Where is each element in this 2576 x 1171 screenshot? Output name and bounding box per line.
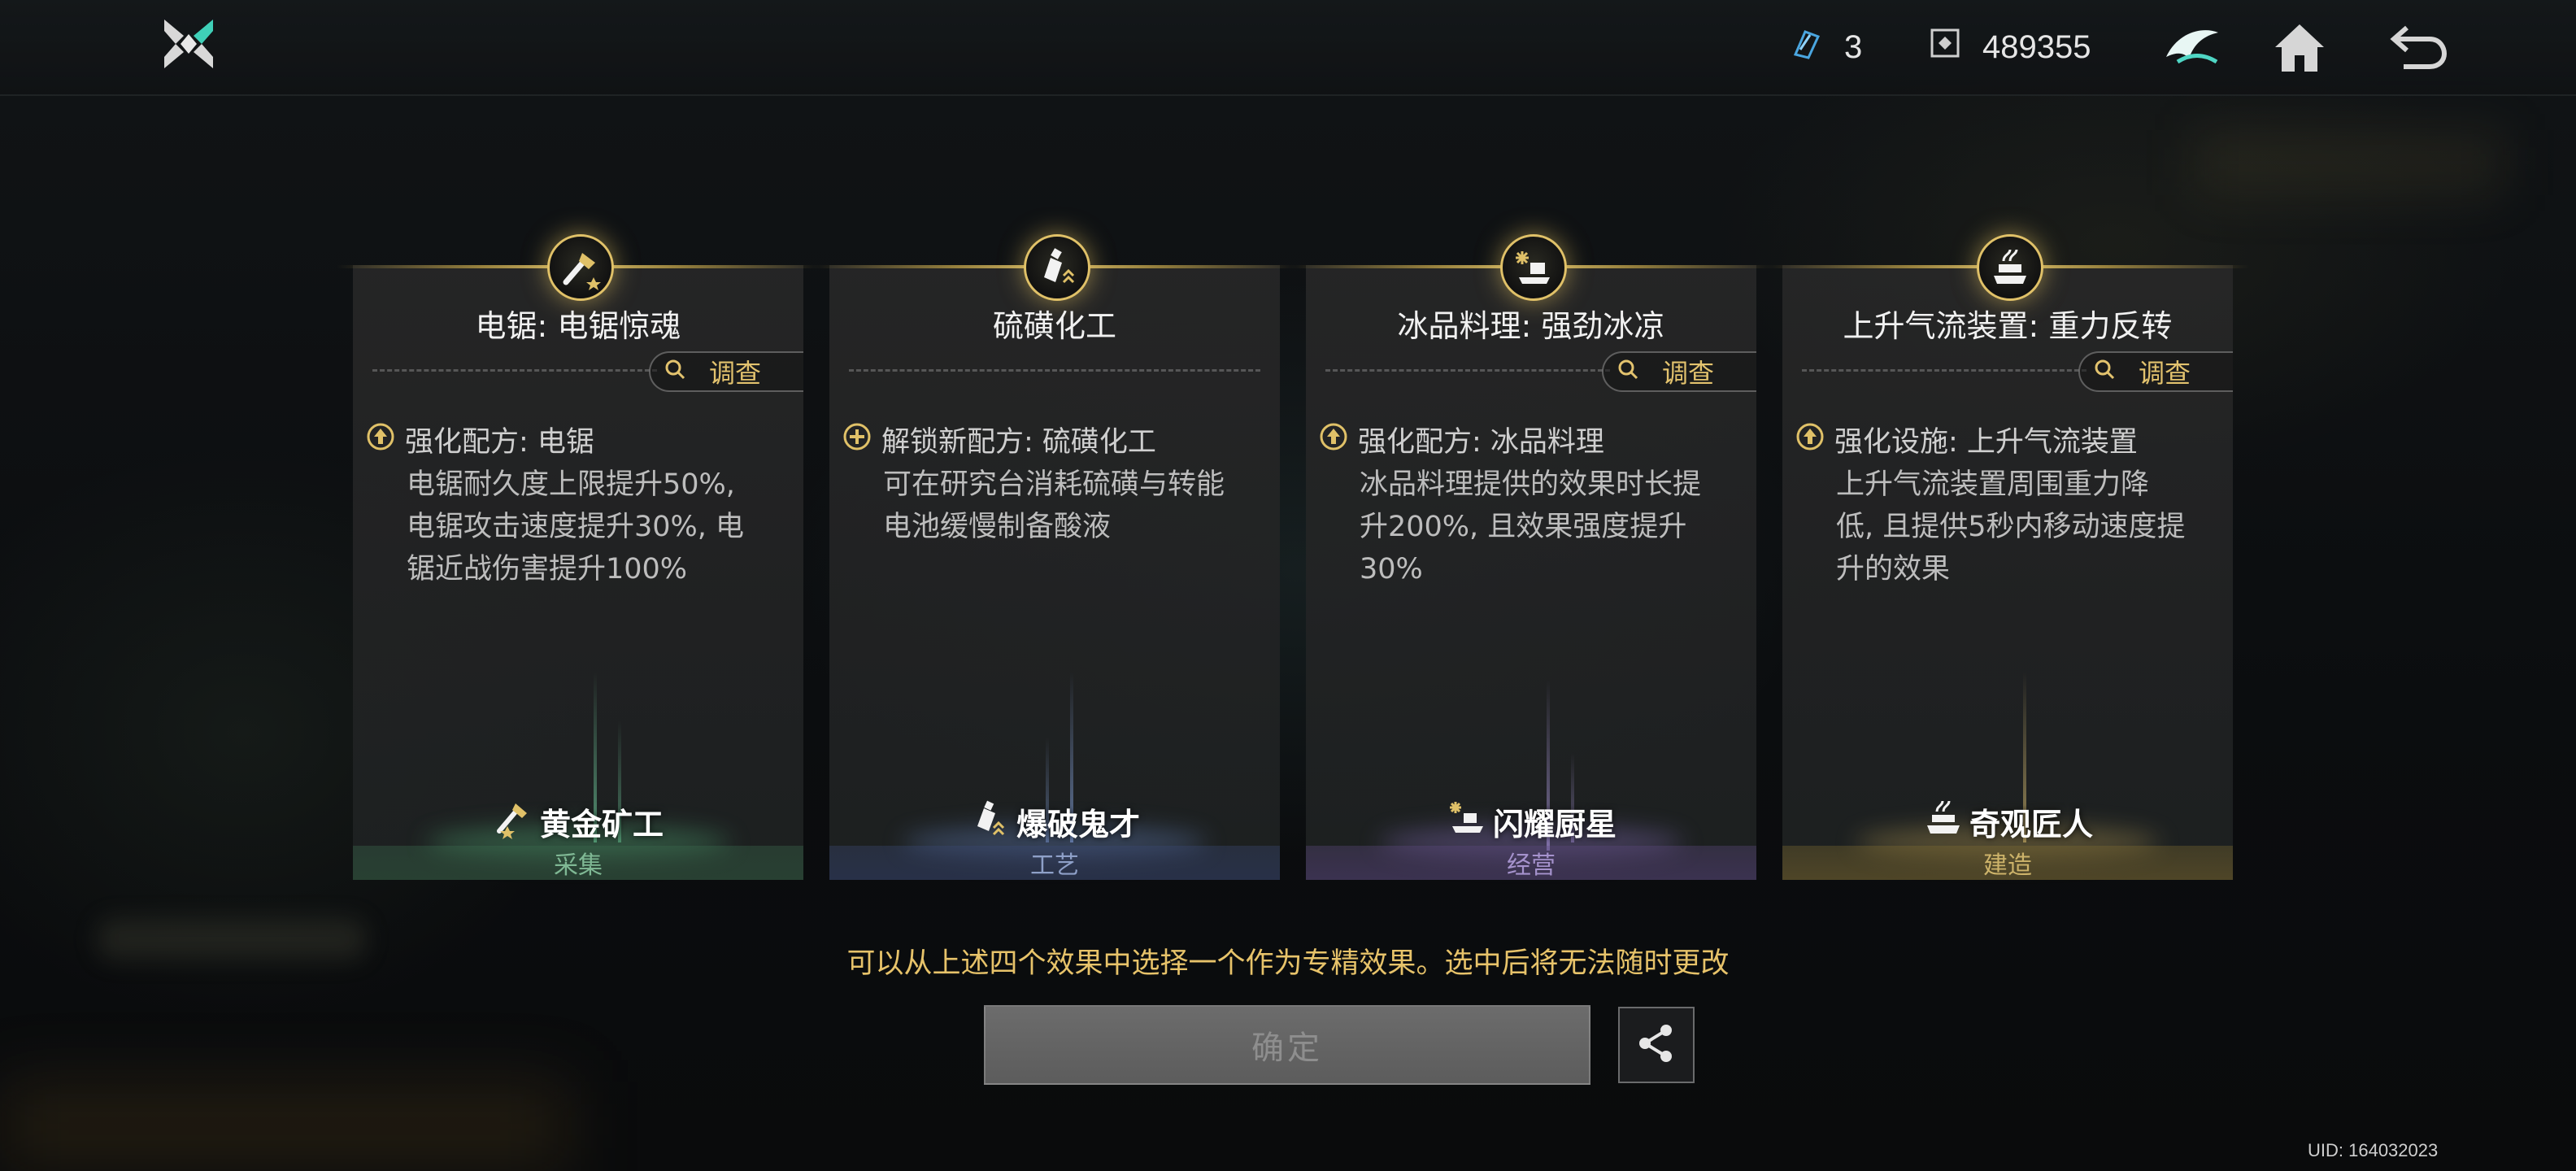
effect-description: 强化配方: 冰品料理 冰品料理提供的效果时长提 升200%, 且效果强度提升 3… <box>1319 421 1742 590</box>
currency-token-icon <box>1927 25 1963 69</box>
background-glow <box>0 1082 569 1171</box>
badge-label: 闪耀厨星 <box>1492 807 1617 842</box>
title-badge: 黄金矿工 <box>353 797 803 847</box>
resource-currency: 489355 <box>1927 23 2091 72</box>
crystal-count: 3 <box>1844 28 1863 65</box>
badge-label: 黄金矿工 <box>539 807 664 842</box>
specialization-card-ice-dish[interactable]: 冰品料理: 强劲冰凉 调查 强化配方: 冰品料理 冰品料理提供的效果时长提 升2… <box>1290 234 1773 880</box>
investigate-label: 调查 <box>2139 358 2191 389</box>
effect-heading: 强化设施: 上升气流装置 <box>1834 426 2138 459</box>
investigate-label: 调查 <box>1662 358 1715 389</box>
title-badge: 闪耀厨星 <box>1306 797 1756 847</box>
investigate-button[interactable]: 调查 <box>649 351 803 392</box>
effect-heading: 强化配方: 冰品料理 <box>1358 426 1604 459</box>
selection-hint: 可以从上述四个效果中选择一个作为专精效果。选中后将无法随时更改 <box>846 947 1730 980</box>
effect-description: 解锁新配方: 硫磺化工 可在研究台消耗硫磺与转能 电池缓慢制备酸液 <box>842 421 1265 548</box>
resource-crystal: 3 <box>1789 23 1862 72</box>
category-bar: 建造 <box>1782 846 2233 880</box>
emblem-icon[interactable] <box>2160 15 2225 80</box>
divider <box>849 369 1260 372</box>
home-icon[interactable] <box>2267 15 2332 80</box>
updraft-device-icon <box>1922 797 1965 847</box>
effect-heading: 解锁新配方: 硫磺化工 <box>881 426 1156 459</box>
card-title: 上升气流装置: 重力反转 <box>1843 308 2173 344</box>
card-title: 电锯: 电锯惊魂 <box>475 308 681 344</box>
ice-dish-icon <box>1446 797 1488 847</box>
share-button[interactable] <box>1618 1007 1695 1083</box>
investigate-button[interactable]: 调查 <box>1602 351 1756 392</box>
effect-details: 可在研究台消耗硫磺与转能 电池缓慢制备酸液 <box>883 468 1225 543</box>
search-icon <box>2093 356 2116 387</box>
background-glow <box>2195 130 2504 195</box>
category-bar: 工艺 <box>829 846 1280 880</box>
search-icon <box>664 356 686 387</box>
updraft-device-icon <box>1977 234 2043 301</box>
chainsaw-icon <box>547 234 614 301</box>
divider <box>1802 369 2086 372</box>
bottle-icon <box>1024 234 1090 301</box>
investigate-label: 调查 <box>709 358 762 389</box>
badge-label: 爆破鬼才 <box>1016 807 1140 842</box>
upgrade-icon <box>366 421 395 464</box>
upgrade-icon <box>1319 421 1348 464</box>
title-badge: 奇观匠人 <box>1782 797 2233 847</box>
effect-details: 电锯耐久度上限提升50%, 电锯攻击速度提升30%, 电 锯近战伤害提升100% <box>407 468 745 586</box>
divider <box>372 369 657 372</box>
card-title: 冰品料理: 强劲冰凉 <box>1397 308 1665 344</box>
game-logo-icon[interactable] <box>159 15 218 73</box>
card-title: 硫磺化工 <box>992 308 1116 344</box>
category-label: 采集 <box>554 851 603 880</box>
divider <box>1325 369 1610 372</box>
category-label: 建造 <box>1983 851 2032 880</box>
category-bar: 采集 <box>353 846 803 880</box>
chainsaw-star-icon <box>493 797 535 847</box>
title-badge: 爆破鬼才 <box>829 797 1280 847</box>
upgrade-icon <box>1795 421 1825 464</box>
ice-dish-icon <box>1500 234 1567 301</box>
confirm-button[interactable]: 确定 <box>984 1005 1590 1085</box>
badge-label: 奇观匠人 <box>1969 807 2093 842</box>
top-bar: 3 489355 <box>0 0 2576 96</box>
effect-description: 强化配方: 电锯 电锯耐久度上限提升50%, 电锯攻击速度提升30%, 电 锯近… <box>366 421 789 590</box>
back-icon[interactable] <box>2386 15 2451 80</box>
search-icon <box>1617 356 1639 387</box>
effect-details: 冰品料理提供的效果时长提 升200%, 且效果强度提升 30% <box>1360 468 1702 586</box>
category-label: 经营 <box>1507 851 1556 880</box>
specialization-card-chainsaw[interactable]: 电锯: 电锯惊魂 调查 强化配方: 电锯 电锯耐久度上限提升50%, 电锯攻击速… <box>337 234 820 880</box>
investigate-button[interactable]: 调查 <box>2078 351 2233 392</box>
specialization-card-updraft[interactable]: 上升气流装置: 重力反转 调查 强化设施: 上升气流装置 上升气流装置周围重力降… <box>1766 234 2249 880</box>
effect-heading: 强化配方: 电锯 <box>405 426 594 459</box>
effect-details: 上升气流装置周围重力降 低, 且提供5秒内移动速度提 升的效果 <box>1836 468 2186 586</box>
unlock-plus-icon <box>842 421 872 464</box>
effect-description: 强化设施: 上升气流装置 上升气流装置周围重力降 低, 且提供5秒内移动速度提 … <box>1795 421 2218 590</box>
currency-amount: 489355 <box>1982 28 2091 65</box>
specialization-card-sulfur[interactable]: 硫磺化工 解锁新配方: 硫磺化工 可在研究台消耗硫磺与转能 电池缓慢制备酸液 爆… <box>813 234 1296 880</box>
user-id: UID: 164032023 <box>2308 1140 2439 1160</box>
share-icon <box>1634 1021 1679 1069</box>
category-bar: 经营 <box>1306 846 1756 880</box>
category-label: 工艺 <box>1030 851 1079 880</box>
bottle-rank-icon <box>969 797 1012 847</box>
crystal-shard-icon <box>1789 25 1825 69</box>
